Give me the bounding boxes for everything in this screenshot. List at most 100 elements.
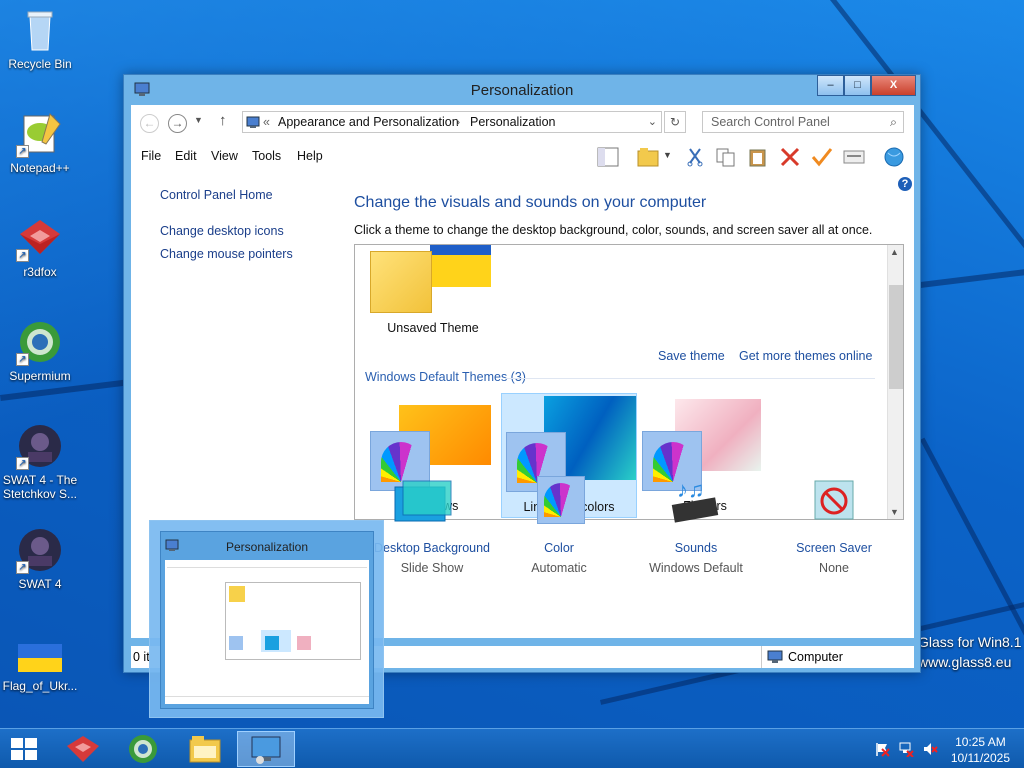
shortcut-arrow-icon: ↗ bbox=[16, 457, 29, 470]
status-divider bbox=[761, 646, 762, 668]
notepad-plus-plus-icon: ↗ bbox=[16, 110, 64, 158]
theme-list-scrollbar[interactable]: ▲ ▼ bbox=[887, 245, 903, 519]
windows-logo-icon bbox=[11, 738, 37, 760]
desktop-icon-label: Notepad++ bbox=[10, 161, 70, 175]
clock-time: 10:25 AM bbox=[955, 735, 1006, 749]
folder-icon bbox=[189, 736, 221, 763]
computer-icon bbox=[767, 650, 783, 663]
recent-pages-dropdown-icon[interactable]: ▼ bbox=[194, 115, 203, 125]
start-button[interactable] bbox=[0, 731, 46, 767]
setting-value: Automatic bbox=[531, 561, 587, 575]
taskbar-personalization[interactable] bbox=[237, 731, 295, 767]
desktop-icon-notepad[interactable]: ↗ Notepad++ bbox=[0, 110, 80, 175]
properties-icon[interactable] bbox=[843, 147, 865, 167]
breadcrumb-appearance[interactable]: Appearance and Personalization bbox=[278, 112, 459, 132]
shortcut-arrow-icon: ↗ bbox=[16, 145, 29, 158]
theme-unsaved[interactable]: Unsaved Theme bbox=[365, 245, 501, 341]
copy-icon[interactable] bbox=[715, 147, 737, 167]
breadcrumb-personalization[interactable]: Personalization bbox=[470, 112, 555, 132]
network-icon[interactable] bbox=[898, 741, 914, 757]
scroll-up-arrow-icon[interactable]: ▲ bbox=[890, 247, 899, 257]
desktop-icon-label: Flag_of_Ukr... bbox=[2, 679, 78, 693]
desktop-icon-label: Recycle Bin bbox=[8, 57, 72, 71]
control-panel-icon bbox=[246, 116, 260, 128]
thumbnail-title: Personalization bbox=[225, 540, 309, 554]
close-button[interactable]: X bbox=[871, 75, 916, 96]
taskbar-clock[interactable]: 10:25 AM 10/11/2025 bbox=[951, 734, 1010, 766]
setting-value: Windows Default bbox=[649, 561, 743, 575]
search-placeholder: Search Control Panel bbox=[711, 115, 830, 129]
sounds-setting[interactable]: ♪♫ Sounds Windows Default bbox=[631, 477, 761, 575]
watermark-text: Glass for Win8.1 bbox=[918, 634, 1022, 650]
taskbar-thumbnail-preview[interactable]: Personalization bbox=[149, 520, 384, 718]
change-mouse-pointers-link[interactable]: Change mouse pointers bbox=[160, 247, 293, 261]
layout-pane-icon[interactable] bbox=[597, 147, 619, 167]
watermark-text: www.glass8.eu bbox=[918, 654, 1012, 670]
search-input[interactable]: Search Control Panel ⌕ bbox=[702, 111, 904, 133]
scrollbar-thumb[interactable] bbox=[889, 285, 903, 389]
control-panel-icon bbox=[251, 736, 281, 764]
breadcrumb-separator[interactable]: › bbox=[456, 112, 460, 132]
windows-default-themes-header: Windows Default Themes (3) bbox=[365, 370, 526, 384]
taskbar-r3dfox[interactable] bbox=[54, 731, 112, 767]
shortcut-arrow-icon: ↗ bbox=[16, 249, 29, 262]
desktop-icon-swat4[interactable]: ↗ SWAT 4 bbox=[0, 526, 80, 591]
supermium-icon bbox=[129, 735, 157, 763]
desktop-icon-recycle-bin[interactable]: Recycle Bin bbox=[0, 6, 80, 71]
paste-icon[interactable] bbox=[747, 147, 769, 167]
change-desktop-icons-link[interactable]: Change desktop icons bbox=[160, 224, 284, 238]
menu-edit[interactable]: Edit bbox=[175, 149, 197, 163]
section-divider bbox=[505, 378, 875, 379]
screen-saver-setting[interactable]: Screen Saver None bbox=[769, 480, 899, 575]
save-theme-link[interactable]: Save theme bbox=[658, 349, 725, 363]
setting-label: Screen Saver bbox=[796, 541, 872, 555]
minimize-button[interactable]: – bbox=[817, 75, 844, 96]
address-dropdown-icon[interactable]: ⌄ bbox=[648, 112, 657, 132]
menu-file[interactable]: File bbox=[141, 149, 161, 163]
desktop-icon-label: SWAT 4 - The Stetchkov S... bbox=[2, 473, 78, 501]
get-more-themes-link[interactable]: Get more themes online bbox=[739, 349, 872, 363]
desktop-icon-r3dfox[interactable]: ↗ r3dfox bbox=[0, 214, 80, 279]
volume-muted-icon[interactable] bbox=[922, 741, 938, 757]
delete-icon[interactable] bbox=[779, 147, 801, 167]
forward-arrow-icon[interactable]: → bbox=[168, 114, 187, 133]
desktop-icon-flag[interactable]: Flag_of_Ukr... bbox=[0, 640, 80, 693]
r3dfox-icon bbox=[67, 736, 99, 762]
search-icon[interactable]: ⌕ bbox=[890, 112, 897, 132]
refresh-icon[interactable]: ↻ bbox=[664, 111, 686, 133]
folder-options-icon[interactable] bbox=[637, 147, 659, 167]
desktop-background-setting[interactable]: Desktop Background Slide Show bbox=[367, 480, 497, 575]
folder-options-dropdown-icon[interactable]: ▼ bbox=[663, 150, 672, 160]
up-arrow-icon[interactable]: ↑ bbox=[219, 112, 227, 129]
menu-and-command-bar: File Edit View Tools Help ▼ bbox=[131, 139, 914, 173]
cut-icon[interactable] bbox=[684, 147, 706, 167]
desktop-icon-label: r3dfox bbox=[23, 265, 57, 279]
help-icon[interactable]: ? bbox=[898, 177, 912, 191]
window-title: Personalization bbox=[470, 82, 574, 99]
globe-icon[interactable] bbox=[883, 147, 905, 167]
shortcut-arrow-icon: ↗ bbox=[16, 353, 29, 366]
page-heading: Change the visuals and sounds on your co… bbox=[354, 194, 707, 211]
taskbar-file-explorer[interactable] bbox=[176, 731, 234, 767]
desktop-icon-supermium[interactable]: ↗ Supermium bbox=[0, 318, 80, 383]
control-panel-home-link[interactable]: Control Panel Home bbox=[160, 188, 273, 202]
desktop-icon-swat4-stetchkov[interactable]: ↗ SWAT 4 - The Stetchkov S... bbox=[0, 422, 80, 501]
action-center-flag-icon[interactable] bbox=[874, 741, 890, 757]
window-titlebar[interactable]: Personalization – □ X bbox=[124, 75, 920, 105]
menu-help[interactable]: Help bbox=[297, 149, 323, 163]
menu-tools[interactable]: Tools bbox=[252, 149, 281, 163]
menu-view[interactable]: View bbox=[211, 149, 238, 163]
breadcrumb-overflow[interactable]: « bbox=[263, 112, 270, 132]
checkmark-icon[interactable] bbox=[811, 147, 833, 167]
taskbar-supermium[interactable] bbox=[114, 731, 172, 767]
unsaved-theme-preview bbox=[370, 245, 491, 313]
scroll-down-arrow-icon[interactable]: ▼ bbox=[890, 507, 899, 517]
back-arrow-icon[interactable]: ← bbox=[140, 114, 159, 133]
status-item-count: 0 it bbox=[133, 650, 150, 664]
color-palette-icon bbox=[537, 476, 585, 524]
address-bar[interactable]: « Appearance and Personalization › Perso… bbox=[242, 111, 662, 133]
theme-name: Unsaved Theme bbox=[387, 321, 479, 335]
color-setting[interactable]: Color Automatic bbox=[494, 476, 624, 575]
clock-date: 10/11/2025 bbox=[950, 751, 1010, 765]
maximize-button[interactable]: □ bbox=[844, 75, 871, 96]
